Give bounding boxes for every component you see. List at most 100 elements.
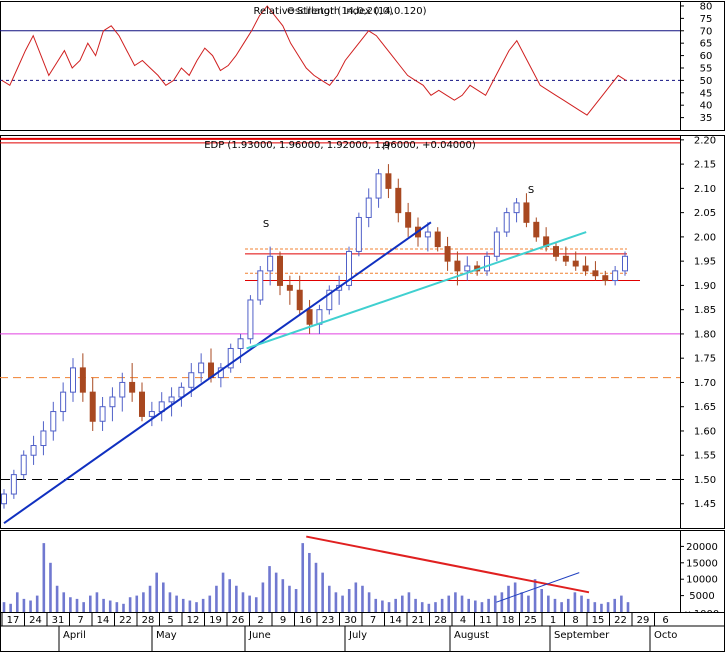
- candle-body: [582, 265, 589, 272]
- day-label: 2: [257, 615, 263, 626]
- candle-body: [454, 260, 461, 272]
- volume-bar: [374, 598, 378, 612]
- candle-body: [267, 255, 274, 272]
- volume-bar: [268, 566, 271, 612]
- volume-bar: [540, 589, 544, 612]
- day-label: 11: [479, 615, 492, 626]
- candle-body: [523, 202, 530, 223]
- candle-body: [405, 212, 412, 228]
- candle-body: [434, 231, 441, 248]
- candle-body: [533, 221, 540, 238]
- volume-bar: [347, 589, 351, 612]
- volume-bar: [427, 603, 431, 612]
- day-label: 6: [662, 615, 668, 626]
- candle-body: [198, 362, 205, 374]
- volume-tick-label: 10000: [686, 575, 718, 586]
- candle-body: [513, 202, 520, 214]
- month-label: May: [156, 630, 177, 641]
- price-tick-label: 1.95: [694, 257, 716, 268]
- candle-body: [30, 445, 37, 456]
- price-frame: [0, 135, 681, 529]
- volume-bar: [228, 579, 232, 612]
- volume-bar: [281, 579, 285, 612]
- stock-chart: 80 75 70 65 60 55 50 45 40 35 Relative Strength In…: [0, 0, 725, 652]
- candle-body: [355, 216, 362, 252]
- volume-bar: [148, 585, 152, 612]
- volume-bar: [208, 595, 212, 612]
- volume-bar: [49, 562, 52, 612]
- volume-bar: [188, 600, 192, 612]
- day-label: 25: [524, 615, 537, 626]
- price-tick-label: 1.75: [694, 354, 716, 365]
- price-tick-label: 1.60: [694, 426, 716, 437]
- volume-bar: [460, 595, 464, 612]
- candle-body: [375, 173, 382, 199]
- price-tick-label: 2.15: [694, 160, 716, 171]
- candle-body: [503, 212, 510, 233]
- candle-body: [592, 270, 599, 277]
- volume-bar: [474, 600, 477, 612]
- volume-bar: [168, 592, 172, 612]
- volume-bar: [447, 595, 451, 612]
- volume-bar: [9, 603, 12, 612]
- volume-bar: [420, 602, 424, 612]
- volume-bar: [201, 598, 205, 612]
- pattern-label: S: [263, 219, 269, 230]
- day-label: 15: [592, 615, 605, 626]
- x-axis: 17 24 31 7 14 22 28 5 12 19 26 2 9 16 23 30 7 14 21 28 4 11 18…: [0, 612, 725, 652]
- volume-bar: [553, 598, 557, 612]
- candle-body: [286, 284, 293, 291]
- volume-bar: [181, 598, 185, 612]
- volume-bar: [620, 595, 623, 612]
- day-label: 22: [614, 615, 627, 626]
- day-label: 16: [299, 615, 312, 626]
- candle-body: [612, 270, 619, 282]
- candle-body: [60, 391, 67, 413]
- volume-bar: [560, 602, 563, 612]
- candle-body: [1, 493, 7, 505]
- volume-bar: [142, 592, 145, 612]
- volume-bar: [334, 592, 338, 612]
- candle-body: [139, 391, 145, 417]
- volume-bar: [520, 592, 524, 612]
- volume-panel: 2000015000100005000x 1000: [0, 530, 725, 620]
- day-label: 28: [142, 615, 155, 626]
- volume-bar: [288, 585, 291, 612]
- candle-body: [602, 275, 609, 282]
- volume-bar: [547, 595, 550, 612]
- volume-bar: [235, 585, 238, 612]
- candle-body: [89, 391, 96, 422]
- day-label: 24: [29, 615, 42, 626]
- volume-bar: [440, 598, 444, 612]
- volume-bar: [215, 585, 218, 612]
- day-label: 8: [572, 615, 578, 626]
- candle-body: [493, 231, 500, 257]
- volume-bar: [195, 602, 198, 612]
- volume-bar: [341, 595, 344, 612]
- volume-bar: [75, 598, 79, 612]
- day-label: 14: [97, 615, 110, 626]
- volume-bar: [566, 598, 570, 612]
- pattern-label: S: [528, 185, 534, 196]
- volume-bar: [128, 597, 132, 612]
- price-tick-label: 1.45: [694, 499, 716, 510]
- rsi-tick-label: 50: [700, 76, 713, 87]
- candle-body: [395, 187, 402, 214]
- volume-bar: [42, 543, 46, 612]
- day-label: 4: [460, 615, 466, 626]
- candle-body: [129, 381, 136, 393]
- candle-body: [109, 396, 116, 408]
- day-label: 12: [187, 615, 200, 626]
- volume-bar: [513, 582, 517, 612]
- day-label: 17: [7, 615, 20, 626]
- volume-bar: [394, 598, 397, 612]
- month-label: September: [554, 630, 610, 641]
- volume-bar: [573, 592, 577, 612]
- volume-bar: [354, 582, 358, 612]
- candle-body: [70, 367, 76, 393]
- rsi-tick-label: 55: [700, 63, 713, 74]
- volume-bar: [527, 595, 530, 612]
- candle-body: [622, 255, 628, 272]
- volume-bar: [155, 572, 158, 612]
- candle-body: [20, 454, 27, 476]
